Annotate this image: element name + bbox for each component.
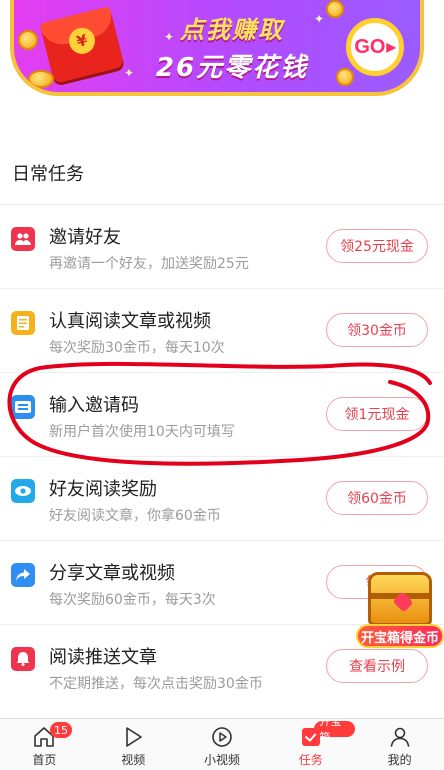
share-icon xyxy=(11,563,35,587)
coin-icon xyxy=(28,70,54,88)
bell-icon xyxy=(11,647,35,671)
banner-text: 点我赚取 26元零花钱 xyxy=(132,10,332,84)
task-title: 认真阅读文章或视频 xyxy=(49,311,211,332)
profile-icon xyxy=(390,727,409,747)
promo-banner[interactable]: ✦ ✦ ✦ ¥ 点我赚取 26元零花钱 GO ▶ xyxy=(10,0,424,96)
task-desc: 新用户首次使用10天内可填写 xyxy=(49,424,235,440)
task-row-read-articles[interactable]: 认真阅读文章或视频 每次奖励30金币，每天10次 领30金币 xyxy=(0,289,444,373)
tab-label: 首页 xyxy=(32,753,57,767)
tab-label: 我的 xyxy=(387,753,412,767)
tab-video[interactable]: 视频 xyxy=(89,719,178,770)
coin-icon xyxy=(18,30,38,50)
treasure-chest-label: 开宝箱得金币 xyxy=(356,624,444,648)
tab-short-video[interactable]: 小视频 xyxy=(178,719,267,770)
play-triangle-icon: ▶ xyxy=(386,40,396,54)
claim-button[interactable]: 领25元现金 xyxy=(326,229,428,263)
go-button[interactable]: GO ▶ xyxy=(346,18,404,76)
document-icon xyxy=(11,311,35,335)
task-title: 邀请好友 xyxy=(49,227,121,248)
treasure-chest-icon xyxy=(368,572,432,626)
red-packet-icon: ¥ xyxy=(39,6,125,84)
open-chest-badge: 开宝箱 xyxy=(314,715,356,744)
banner-amount: 26元零花钱 xyxy=(155,53,309,83)
tab-profile[interactable]: 我的 xyxy=(355,719,444,770)
task-row-enter-invite-code[interactable]: 输入邀请码 新用户首次使用10天内可填写 领1元现金 xyxy=(0,373,444,457)
invite-code-icon xyxy=(11,395,35,419)
tab-home[interactable]: 15 首页 xyxy=(0,719,89,770)
tab-label: 任务 xyxy=(298,753,323,767)
notification-badge: 15 xyxy=(50,722,72,738)
task-row-friend-reading[interactable]: 好友阅读奖励 好友阅读文章，你拿60金币 领60金币 xyxy=(0,457,444,541)
task-row-invite-friends[interactable]: 邀请好友 再邀请一个好友，加送奖励25元 领25元现金 xyxy=(0,205,444,289)
task-desc: 好友阅读文章，你拿60金币 xyxy=(49,508,221,524)
people-icon xyxy=(11,227,35,251)
task-title: 分享文章或视频 xyxy=(49,563,175,584)
section-title: 日常任务 xyxy=(12,164,84,185)
task-desc: 再邀请一个好友，加送奖励25元 xyxy=(49,256,249,272)
play-icon xyxy=(126,727,142,747)
task-desc: 每次奖励60金币，每天3次 xyxy=(49,592,216,608)
tab-label: 视频 xyxy=(121,753,146,767)
coin-icon xyxy=(336,68,354,86)
tab-label: 小视频 xyxy=(203,753,240,767)
task-title: 好友阅读奖励 xyxy=(49,479,157,500)
task-desc: 每次奖励30金币，每天10次 xyxy=(49,340,225,356)
task-title: 阅读推送文章 xyxy=(49,647,157,668)
claim-button[interactable]: 领30金币 xyxy=(326,313,428,347)
treasure-chest[interactable]: 开宝箱得金币 xyxy=(356,566,444,650)
tab-tasks[interactable]: 开宝箱 任务 xyxy=(266,715,356,770)
claim-button[interactable]: 领1元现金 xyxy=(326,397,428,431)
banner-headline: 点我赚取 xyxy=(180,16,284,44)
bottom-tab-bar: 15 首页 视频 小视频 开宝箱 任务 我的 xyxy=(0,715,444,770)
claim-button[interactable]: 领60金币 xyxy=(326,481,428,515)
short-video-icon xyxy=(212,727,232,747)
eye-icon xyxy=(11,479,35,503)
task-title: 输入邀请码 xyxy=(49,395,139,416)
task-desc: 不定期推送，每次点击奖励30金币 xyxy=(49,676,263,692)
view-example-button[interactable]: 查看示例 xyxy=(326,649,428,683)
